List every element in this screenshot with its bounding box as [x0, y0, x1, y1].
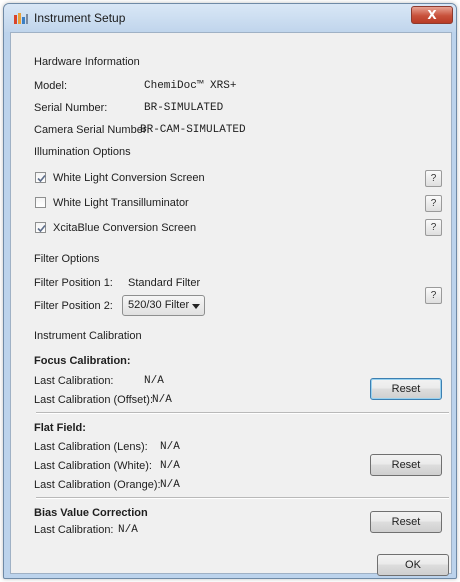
bias-last-calibration-label: Last Calibration: [34, 524, 114, 536]
focus-last-calibration-value: N/A [144, 375, 164, 387]
flat-lens-value: N/A [160, 441, 180, 453]
illumination-help-button-2[interactable]: ? [425, 195, 442, 212]
window-title: Instrument Setup [34, 11, 126, 25]
flat-white-value: N/A [160, 460, 180, 472]
filter-position-1-label: Filter Position 1: [34, 277, 113, 289]
model-label: Model: [34, 80, 68, 92]
camera-serial-value: BR-CAM-SIMULATED [140, 124, 246, 136]
app-icon [14, 13, 28, 24]
serial-value: BR-SIMULATED [144, 102, 224, 114]
white-light-conversion-checkbox[interactable] [35, 172, 46, 183]
white-light-transilluminator-label[interactable]: White Light Transilluminator [53, 196, 189, 210]
flat-field-title: Flat Field: [34, 422, 86, 434]
close-button[interactable]: X [411, 6, 453, 24]
checkmark-icon [37, 174, 46, 183]
bias-last-calibration-value: N/A [118, 524, 138, 536]
chevron-down-icon [192, 304, 200, 309]
focus-last-calibration-label: Last Calibration: [34, 375, 114, 387]
flat-orange-value: N/A [160, 479, 180, 491]
filter-heading: Filter Options [34, 253, 100, 265]
bias-reset-button[interactable]: Reset [370, 511, 442, 533]
dialog-body: Hardware Information Model: ChemiDoc™ XR… [10, 32, 452, 576]
hardware-heading: Hardware Information [34, 56, 140, 68]
calibration-heading: Instrument Calibration [34, 330, 142, 342]
ok-button[interactable]: OK [377, 554, 449, 576]
checkmark-icon [37, 224, 46, 233]
serial-label: Serial Number: [34, 102, 108, 114]
bias-correction-title: Bias Value Correction [34, 507, 148, 519]
separator [36, 412, 449, 414]
model-value: ChemiDoc™ XRS+ [144, 80, 237, 92]
white-light-conversion-label[interactable]: White Light Conversion Screen [53, 171, 205, 185]
flat-white-label: Last Calibration (White): [34, 460, 152, 472]
filter-position-2-label: Filter Position 2: [34, 300, 113, 312]
flat-orange-label: Last Calibration (Orange): [34, 479, 161, 491]
close-icon: X [427, 8, 437, 22]
focus-offset-value: N/A [152, 394, 172, 406]
filter-position-1-value: Standard Filter [128, 277, 201, 289]
flat-lens-label: Last Calibration (Lens): [34, 441, 148, 453]
illumination-help-button-3[interactable]: ? [425, 219, 442, 236]
illumination-help-button-1[interactable]: ? [425, 170, 442, 187]
xcitablue-conversion-label[interactable]: XcitaBlue Conversion Screen [53, 221, 196, 235]
filter-help-button[interactable]: ? [425, 287, 442, 304]
filter-position-2-selected: 520/30 Filter [128, 299, 190, 311]
xcitablue-conversion-checkbox[interactable] [35, 222, 46, 233]
camera-serial-label: Camera Serial Number: [34, 124, 150, 136]
focus-reset-button[interactable]: Reset [370, 378, 442, 400]
focus-offset-label: Last Calibration (Offset): [34, 394, 154, 406]
instrument-setup-window: Instrument Setup X Hardware Information … [3, 3, 457, 579]
illumination-heading: Illumination Options [34, 146, 131, 158]
flat-field-reset-button[interactable]: Reset [370, 454, 442, 476]
separator [36, 497, 449, 499]
title-bar[interactable]: Instrument Setup X [4, 4, 456, 32]
filter-position-2-dropdown[interactable]: 520/30 Filter [122, 295, 205, 316]
white-light-transilluminator-checkbox[interactable] [35, 197, 46, 208]
focus-calibration-title: Focus Calibration: [34, 355, 131, 367]
